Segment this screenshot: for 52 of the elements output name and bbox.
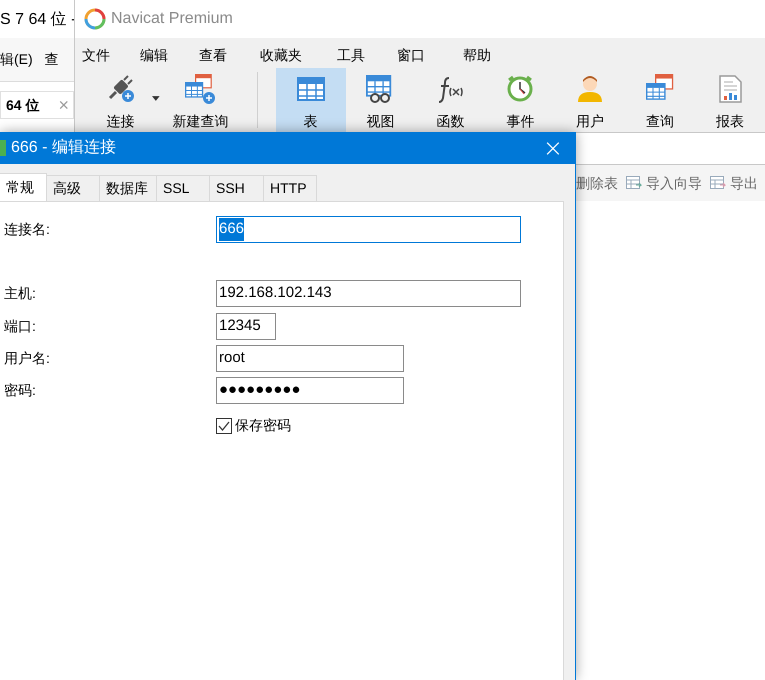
menu-item[interactable]: 文件 (82, 45, 110, 66)
menu-item[interactable]: 查 (44, 49, 59, 70)
menu-item[interactable]: 帮助 (463, 45, 491, 66)
menu-item[interactable]: 辑(E) (0, 49, 33, 70)
toolbar-button[interactable]: 新建查询 (162, 68, 239, 132)
toolbar-button[interactable]: 连接 (91, 68, 150, 132)
field-label: 连接名: (3, 220, 51, 239)
app-logo-icon (84, 8, 106, 30)
toolbar-button[interactable]: 事件 (485, 68, 556, 132)
dialog-title: 666 - 编辑连接 (11, 138, 116, 158)
document-tab[interactable]: 64 位 × (0, 91, 74, 119)
tab[interactable]: SSL (157, 175, 210, 201)
table-icon (710, 176, 726, 190)
input-field[interactable]: ●●●●●●●●● (216, 377, 404, 404)
close-button[interactable]: × (542, 136, 563, 160)
tab[interactable]: 高级 (47, 175, 100, 201)
menu-item[interactable]: 工具 (337, 45, 365, 66)
window-title: Navicat Premium (111, 9, 233, 29)
toolbar-button[interactable]: 视图 (346, 68, 416, 132)
input-field[interactable]: root (216, 345, 404, 372)
menu-item[interactable]: 查看 (199, 45, 227, 66)
tab-label: 64 位 (5, 96, 40, 114)
tab[interactable]: HTTP (264, 175, 317, 201)
field-label: 密码: (3, 381, 37, 400)
input-field[interactable]: 12345 (216, 313, 276, 340)
table-icon (626, 176, 642, 190)
toolbar-button[interactable]: 导入向导 (626, 172, 702, 194)
toolbar-button[interactable]: 函数 (415, 68, 486, 132)
tab[interactable]: 数据库 (100, 175, 157, 201)
menu-item[interactable]: 收藏夹 (260, 45, 302, 66)
checkbox-label: 保存密码 (235, 416, 291, 435)
checkbox[interactable] (216, 418, 232, 434)
field-label: 用户名: (3, 349, 51, 368)
toolbar-button[interactable]: 导出 (710, 172, 758, 194)
tab[interactable]: SSH (210, 175, 264, 201)
input-field[interactable]: 666 (216, 216, 521, 243)
menu-item[interactable]: 窗口 (397, 45, 425, 66)
table-icon (296, 74, 326, 104)
alarm-clock-icon (505, 74, 536, 104)
table-add-icon (185, 74, 216, 104)
toolbar-button[interactable]: 表 (276, 68, 346, 132)
field-label: 主机: (3, 284, 37, 303)
field-label: 端口: (3, 317, 37, 336)
check-icon (218, 420, 230, 430)
save-password-checkbox[interactable]: 保存密码 (216, 415, 563, 436)
tab[interactable]: 常规 (0, 173, 47, 201)
toolbar-button[interactable]: 报表 (695, 68, 765, 132)
input-field[interactable]: 192.168.102.143 (216, 280, 521, 307)
toolbar-button[interactable]: 用户 (555, 68, 626, 132)
toolbar-button[interactable]: 查询 (625, 68, 696, 132)
toolbar-button[interactable]: 删除表 (576, 172, 618, 194)
menu-item[interactable]: 编辑 (140, 45, 168, 66)
